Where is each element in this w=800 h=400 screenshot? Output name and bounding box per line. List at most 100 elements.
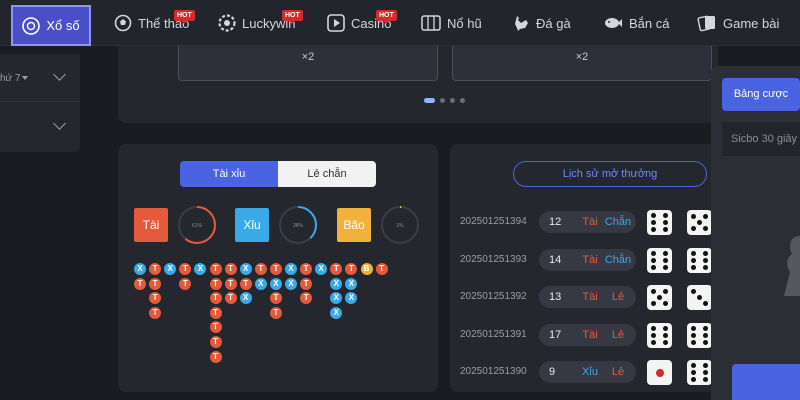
round-result: 14 Tài Chẵn [539, 248, 636, 271]
page-dot[interactable] [440, 98, 445, 103]
slot-card[interactable]: ×2 [178, 46, 438, 81]
result-bead: X [194, 263, 207, 275]
die-pip [691, 363, 696, 368]
round-total: 9 [549, 366, 556, 378]
result-bead: X [315, 263, 328, 275]
nav-item-xoso[interactable]: Xổ số [11, 5, 91, 46]
result-bead: X [285, 263, 297, 275]
rooster-icon [515, 16, 528, 31]
round-total: 13 [549, 291, 562, 303]
result-bead: T [239, 277, 252, 290]
result-bead: T [375, 263, 388, 275]
percent-text: 1% [396, 223, 404, 229]
fish-icon [605, 18, 622, 28]
nav-item-gamebai[interactable]: Game bài [697, 0, 779, 46]
nav-label-nohu: Nổ hũ [447, 15, 482, 31]
die-pip [691, 370, 696, 375]
filter-row-2[interactable] [0, 103, 80, 151]
round-parity: Chẵn [604, 253, 632, 266]
round-parity: Lẻ [611, 291, 625, 303]
percent-ring-tai: 61% [178, 206, 216, 244]
page-dot[interactable] [460, 98, 465, 103]
left-filter-panel: hứ 7 [0, 54, 80, 152]
round-size: Tài [582, 216, 598, 228]
die-face-6 [647, 210, 672, 235]
confirm-bet-button[interactable] [732, 364, 800, 400]
history-row: 202501251390 9 Xỉu Lẻ [450, 360, 712, 385]
die-pip [703, 370, 708, 375]
result-bead: X [254, 277, 267, 290]
die-pip [691, 325, 696, 331]
die-pip [703, 363, 708, 368]
nav-item-daga[interactable]: Đá gà [512, 0, 571, 46]
round-id: 202501251391 [460, 328, 527, 340]
result-bead: X [164, 263, 177, 275]
history-row: 202501251391 17 Tài Lẻ [450, 322, 712, 348]
nav-item-banca[interactable]: Bắn cá [603, 0, 669, 46]
lottery-ball-icon [22, 16, 41, 35]
result-bead: X [134, 263, 146, 275]
nav-item-casino[interactable]: Casino [327, 0, 391, 46]
filter-row-day[interactable]: hứ 7 [0, 54, 80, 102]
nav-item-nohu[interactable]: Nổ hũ [421, 0, 482, 46]
result-bead: X [239, 263, 252, 275]
result-bead: T [269, 292, 282, 305]
die-pip [663, 339, 668, 345]
die-face-6 [687, 322, 712, 348]
die-pip [691, 257, 696, 263]
result-bead: X [345, 292, 358, 305]
die-pip [703, 332, 708, 338]
round-size: Xỉu [582, 366, 598, 378]
result-bead: T [345, 263, 358, 275]
die-pip [663, 227, 668, 232]
round-parity: Chẵn [604, 216, 632, 228]
die-pip [651, 227, 656, 232]
die-pip [691, 289, 696, 294]
die-pip [691, 214, 696, 219]
die-pip [663, 325, 668, 331]
tab-tai-xiu[interactable]: Tài xỉu [180, 161, 278, 187]
die-face-3 [687, 285, 712, 310]
result-bead: X [285, 277, 297, 290]
die-pip [703, 264, 708, 270]
result-bead: T [179, 277, 192, 290]
history-button[interactable]: Lịch sử mở thưởng [513, 161, 707, 187]
history-panel: Lịch sử mở thưởng 202501251394 12 Tài Chẵn 2… [450, 144, 712, 392]
chip-icon [218, 14, 236, 32]
result-bead: T [149, 306, 162, 319]
percent-ring-xiu: 38% [279, 206, 317, 244]
round-id: 202501251392 [460, 291, 527, 302]
tab-le-chan[interactable]: Lẻ chẵn [278, 161, 376, 187]
result-bead: T [149, 292, 162, 305]
page-dot[interactable] [424, 98, 435, 103]
slot-card[interactable]: ×2 [452, 46, 712, 81]
result-bead: T [224, 277, 237, 290]
die-pip [651, 220, 656, 225]
statistics-panel: Tài xỉu Lẻ chẵn Tài 61% Xỉu 38% Bão 1% X… [118, 144, 438, 392]
nav-label-banca: Bắn cá [629, 15, 670, 31]
result-bead: T [209, 306, 222, 319]
stats-toggle: Tài xỉu Lẻ chẵn [180, 161, 376, 187]
category-tai: Tài [134, 208, 168, 242]
die-pip [691, 332, 696, 338]
page-dot[interactable] [450, 98, 455, 103]
tab-bang-cuoc[interactable]: Bảng cược [722, 78, 800, 111]
app-root: Xổ số Thể thao HOT Luckywin HOT Casino H… [0, 0, 800, 400]
play-icon [327, 14, 345, 32]
nav-item-thethao[interactable]: Thể thao [114, 0, 189, 46]
die-pip [651, 213, 656, 218]
result-bead: X [330, 292, 343, 305]
round-result: 17 Tài Lẻ [539, 323, 636, 346]
die-face-6 [647, 247, 672, 273]
round-total: 14 [549, 253, 562, 266]
result-bead: T [224, 263, 237, 275]
round-parity: Lẻ [611, 366, 625, 378]
result-bead: T [179, 263, 192, 275]
die-pip [703, 377, 708, 382]
die-face-6 [647, 322, 672, 348]
history-row: 202501251394 12 Tài Chẵn [450, 210, 712, 235]
result-bead: X [330, 306, 343, 319]
die-pip [691, 339, 696, 345]
die-pip [663, 213, 668, 218]
nav-item-luckywin[interactable]: Luckywin [218, 0, 295, 46]
